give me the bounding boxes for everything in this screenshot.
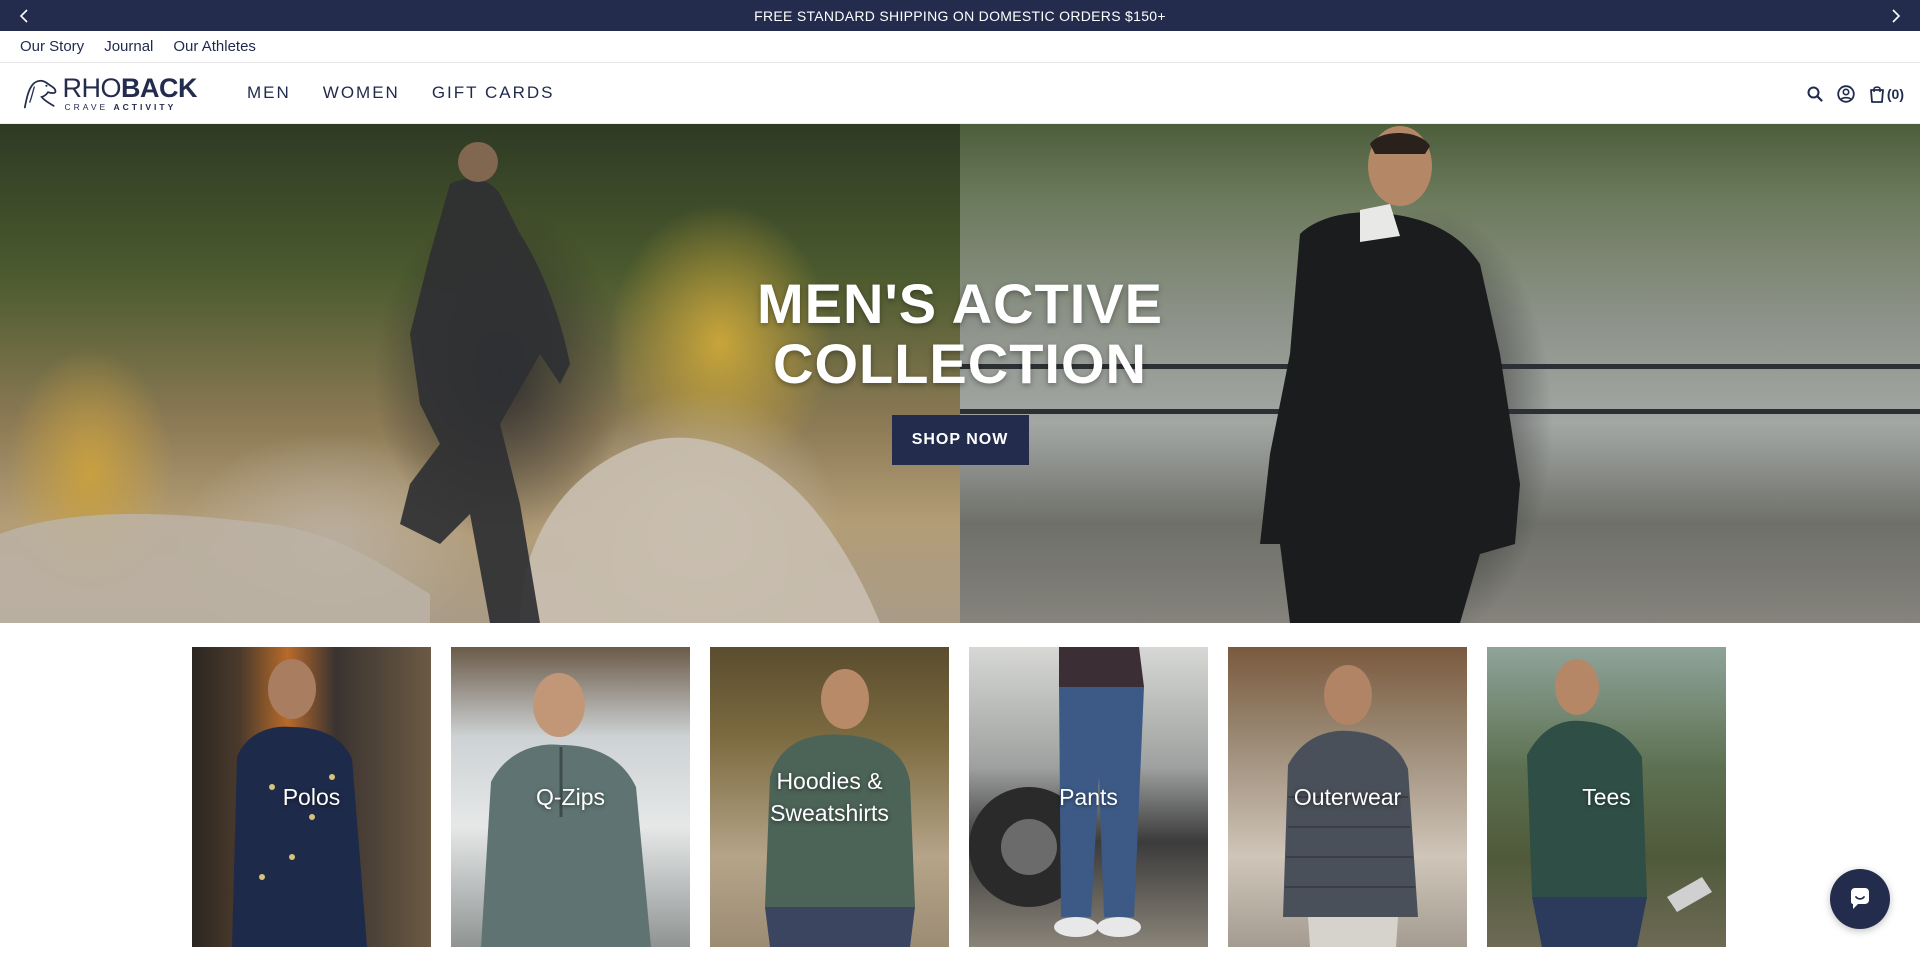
logo-tagline-bold: ACTIVITY <box>113 101 177 112</box>
main-header: RHOBACK CRAVE ACTIVITY MEN WOMEN GIFT CA… <box>0 63 1920 124</box>
chevron-left-icon <box>19 8 28 23</box>
cart-count: (0) <box>1886 85 1904 102</box>
utility-nav: Our Story Journal Our Athletes <box>0 31 1920 63</box>
logo-text-light: RHO <box>62 72 122 103</box>
nav-item-men[interactable]: MEN <box>247 83 291 103</box>
hero-title: MEN'S ACTIVE COLLECTION <box>757 274 1163 394</box>
category-tile-pants[interactable]: Pants <box>969 647 1208 947</box>
category-label: Hoodies & Sweatshirts <box>770 768 889 826</box>
account-button[interactable] <box>1837 84 1855 103</box>
category-label: Tees <box>1582 784 1631 810</box>
utility-link-our-story[interactable]: Our Story <box>20 38 84 55</box>
announcement-text: FREE STANDARD SHIPPING ON DOMESTIC ORDER… <box>754 7 1166 24</box>
hero-title-line-2: COLLECTION <box>773 332 1147 395</box>
utility-link-our-athletes[interactable]: Our Athletes <box>173 38 256 55</box>
nav-item-women[interactable]: WOMEN <box>323 83 400 103</box>
chevron-right-icon <box>1892 8 1901 23</box>
utility-link-journal[interactable]: Journal <box>104 38 153 55</box>
shop-now-button[interactable]: SHOP NOW <box>891 415 1029 465</box>
primary-nav: MEN WOMEN GIFT CARDS <box>247 83 554 103</box>
category-label: Q-Zips <box>536 784 605 810</box>
nav-item-gift-cards[interactable]: GIFT CARDS <box>432 83 555 103</box>
account-icon <box>1837 84 1855 103</box>
category-tile-outerwear[interactable]: Outerwear <box>1228 647 1467 947</box>
search-icon <box>1807 86 1823 102</box>
category-label: Pants <box>1059 784 1118 810</box>
logo-tagline-light: CRAVE <box>64 101 109 112</box>
header-actions: (0) <box>1807 63 1904 124</box>
logo-text-bold: BACK <box>121 72 198 103</box>
hero-content: MEN'S ACTIVE COLLECTION SHOP NOW <box>0 274 1920 465</box>
hero-title-line-1: MEN'S ACTIVE <box>757 272 1163 335</box>
hero-banner: MEN'S ACTIVE COLLECTION SHOP NOW <box>0 124 1920 623</box>
category-tile-polos[interactable]: Polos <box>192 647 431 947</box>
dog-logo-icon <box>23 79 57 109</box>
bag-icon <box>1869 85 1884 103</box>
announcement-next-button[interactable] <box>1876 0 1916 31</box>
category-grid: Polos Q-Zips Hoodies & Sweatshirts Pants… <box>192 647 1726 947</box>
brand-logo[interactable]: RHOBACK CRAVE ACTIVITY <box>20 71 198 115</box>
search-button[interactable] <box>1807 86 1823 102</box>
chat-icon <box>1851 888 1869 909</box>
category-tile-tees[interactable]: Tees <box>1487 647 1726 947</box>
chat-launcher-button[interactable] <box>1830 869 1890 929</box>
announcement-prev-button[interactable] <box>4 0 44 31</box>
announcement-bar: FREE STANDARD SHIPPING ON DOMESTIC ORDER… <box>0 0 1920 31</box>
cart-button[interactable]: (0) <box>1869 85 1904 103</box>
category-label: Polos <box>282 784 341 810</box>
category-tile-hoodies-sweatshirts[interactable]: Hoodies & Sweatshirts <box>710 647 949 947</box>
category-tile-q-zips[interactable]: Q-Zips <box>451 647 690 947</box>
category-label: Outerwear <box>1293 784 1402 810</box>
